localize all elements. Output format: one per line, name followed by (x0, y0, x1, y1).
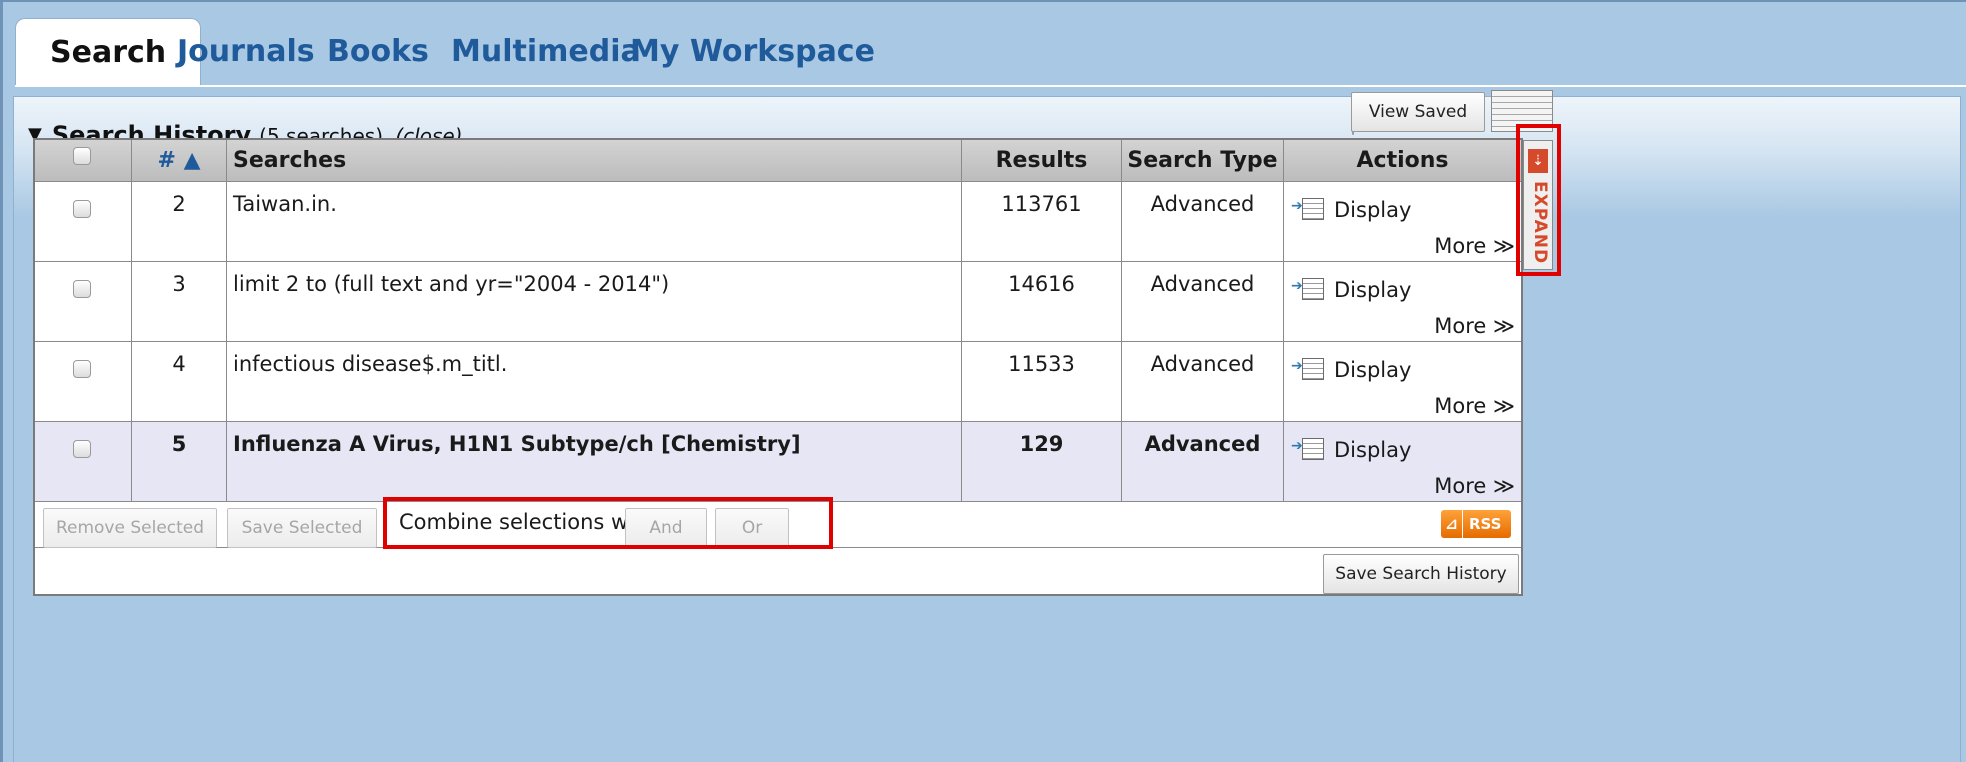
select-all-checkbox[interactable] (73, 147, 91, 165)
main-tabbar: Search Journals Books Multimedia My Work… (3, 0, 1966, 87)
display-label[interactable]: Display (1334, 278, 1411, 302)
table-row: 4 infectious disease$.m_titl. 11533 Adva… (35, 342, 1521, 422)
view-saved-button[interactable]: View Saved (1351, 92, 1485, 132)
row-results[interactable]: 113761 (962, 182, 1122, 261)
row-results[interactable]: 11533 (962, 342, 1122, 421)
row-select-cell (35, 182, 132, 261)
header-results: Results (962, 140, 1122, 181)
display-icon (1291, 358, 1324, 380)
row-search-type: Advanced (1122, 262, 1284, 341)
row-number: 3 (132, 262, 227, 341)
display-link[interactable]: Display (1291, 358, 1411, 382)
tab-underline (15, 85, 1966, 87)
row-number: 4 (132, 342, 227, 421)
remove-selected-button[interactable]: Remove Selected (43, 508, 217, 548)
header-actions: Actions (1356, 148, 1449, 173)
rss-button[interactable]: ⊿ RSS (1441, 510, 1511, 538)
display-icon (1291, 278, 1324, 300)
display-link[interactable]: Display (1291, 278, 1411, 302)
row-search-type: Advanced (1122, 182, 1284, 261)
display-link[interactable]: Display (1291, 438, 1411, 462)
display-label[interactable]: Display (1334, 358, 1411, 382)
table-row: 2 Taiwan.in. 113761 Advanced Display Mor… (35, 182, 1521, 262)
row-query: Taiwan.in. (227, 182, 962, 261)
app-frame: Search Journals Books Multimedia My Work… (0, 0, 1966, 762)
row-select-cell (35, 422, 132, 501)
row-checkbox[interactable] (73, 280, 91, 298)
row-number: 5 (132, 422, 227, 501)
row-search-type: Advanced (1122, 342, 1284, 421)
expand-highlight-box (1516, 124, 1561, 276)
header-searches: Searches (227, 140, 962, 181)
row-search-type: Advanced (1122, 422, 1284, 501)
more-link[interactable]: More ≫ (1434, 234, 1515, 258)
more-link[interactable]: More ≫ (1434, 394, 1515, 418)
row-number: 2 (132, 182, 227, 261)
row-query: limit 2 to (full text and yr="2004 - 201… (227, 262, 962, 341)
row-select-cell (35, 262, 132, 341)
display-icon (1291, 198, 1324, 220)
header-number-sort[interactable]: # ▲ (132, 140, 227, 181)
row-actions: Display More ≫ (1284, 262, 1521, 341)
row-checkbox[interactable] (73, 200, 91, 218)
row-actions: Display More ≫ (1284, 182, 1521, 261)
table-header: # ▲ Searches Results Search Type Actions (35, 140, 1521, 182)
display-link[interactable]: Display (1291, 198, 1411, 222)
display-label[interactable]: Display (1334, 198, 1411, 222)
table-row: 3 limit 2 to (full text and yr="2004 - 2… (35, 262, 1521, 342)
combine-highlight-box (383, 497, 833, 549)
row-select-cell (35, 342, 132, 421)
table-row: 5 Influenza A Virus, H1N1 Subtype/ch [Ch… (35, 422, 1521, 502)
display-icon (1291, 438, 1324, 460)
row-checkbox[interactable] (73, 360, 91, 378)
header-search-type: Search Type (1122, 140, 1284, 181)
row-results[interactable]: 129 (962, 422, 1122, 501)
more-link[interactable]: More ≫ (1434, 314, 1515, 338)
more-link[interactable]: More ≫ (1434, 474, 1515, 498)
display-label[interactable]: Display (1334, 438, 1411, 462)
tab-my-workspace[interactable]: My Workspace (596, 18, 909, 86)
header-select-all[interactable] (35, 140, 132, 181)
row-query: Influenza A Virus, H1N1 Subtype/ch [Chem… (227, 422, 962, 501)
save-selected-button[interactable]: Save Selected (227, 508, 377, 548)
row-actions: Display More ≫ (1284, 342, 1521, 421)
rss-label: RSS (1469, 515, 1502, 533)
row-actions: Display More ≫ (1284, 422, 1521, 501)
rss-icon: ⊿ (1441, 510, 1463, 538)
row-checkbox[interactable] (73, 440, 91, 458)
row-query: infectious disease$.m_titl. (227, 342, 962, 421)
save-search-history-button[interactable]: Save Search History (1323, 554, 1519, 594)
row-results[interactable]: 14616 (962, 262, 1122, 341)
